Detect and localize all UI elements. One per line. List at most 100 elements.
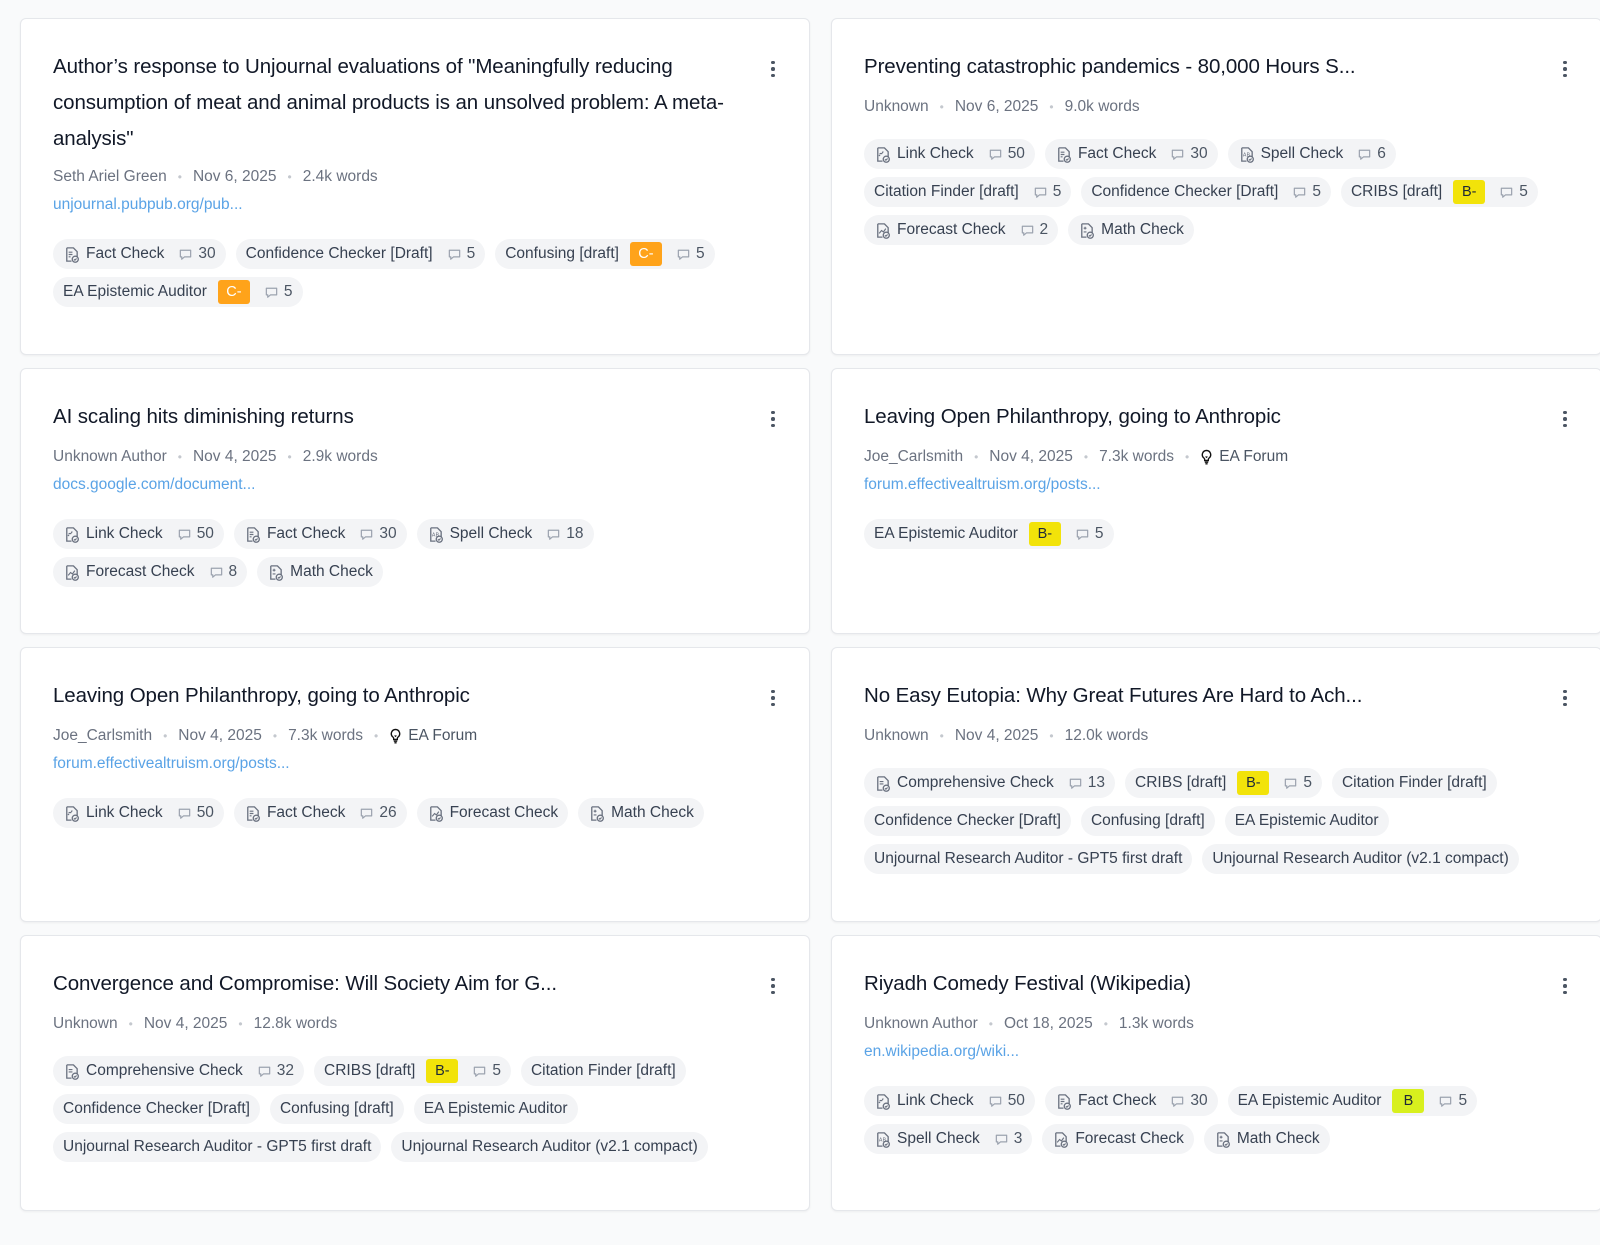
evaluation-tag-unjournal-research-auditor-v2-1-compact[interactable]: Unjournal Research Auditor (v2.1 compact… bbox=[1202, 844, 1519, 874]
evaluation-tag-confidence-checker-draft[interactable]: Confidence Checker [Draft] bbox=[53, 1094, 260, 1124]
evaluation-tag-confusing-draft[interactable]: Confusing [draft] C- 5 bbox=[495, 239, 715, 269]
evaluation-tag-ea-epistemic-auditor[interactable]: EA Epistemic Auditor bbox=[413, 1094, 578, 1124]
evaluation-tag-unjournal-research-auditor-v2-1-compact[interactable]: Unjournal Research Auditor (v2.1 compact… bbox=[391, 1132, 708, 1162]
link-check-icon bbox=[877, 146, 890, 163]
evaluation-tag-fact-check[interactable]: Fact Check 30 bbox=[1044, 1086, 1218, 1116]
evaluation-tag-math-check[interactable]: Math Check bbox=[578, 798, 704, 828]
document-card[interactable]: Preventing catastrophic pandemics - 80,0… bbox=[831, 18, 1600, 355]
comment-count: 5 bbox=[264, 283, 293, 301]
document-card[interactable]: Leaving Open Philanthropy, going to Anth… bbox=[831, 368, 1600, 634]
evaluation-tag-math-check[interactable]: Math Check bbox=[257, 557, 383, 587]
document-card[interactable]: Author’s response to Unjournal evaluatio… bbox=[20, 18, 810, 355]
source-link[interactable]: unjournal.pubpub.org/pub... bbox=[53, 196, 777, 218]
evaluation-tag-unjournal-research-auditor-gpt5-first-draft[interactable]: Unjournal Research Auditor - GPT5 first … bbox=[864, 844, 1193, 874]
evaluation-tag-link-check[interactable]: Link Check 50 bbox=[864, 1086, 1035, 1116]
more-options-icon[interactable] bbox=[1553, 680, 1577, 716]
document-title[interactable]: Preventing catastrophic pandemics - 80,0… bbox=[864, 49, 1380, 85]
evaluation-tag-ea-epistemic-auditor[interactable]: EA Epistemic Auditor bbox=[1224, 806, 1389, 836]
tag-label: Fact Check bbox=[266, 804, 346, 821]
evaluation-tag-confidence-checker-draft[interactable]: Confidence Checker [Draft] 5 bbox=[235, 239, 486, 269]
comment-count: 30 bbox=[359, 525, 397, 543]
meta-separator: • bbox=[974, 450, 979, 464]
tag-label: Citation Finder [draft] bbox=[874, 183, 1019, 200]
document-card[interactable]: AI scaling hits diminishing returns Unkn… bbox=[20, 368, 810, 634]
comment-icon bbox=[361, 808, 373, 819]
comment-count: 5 bbox=[1283, 774, 1312, 792]
source-link[interactable]: forum.effectivealtruism.org/posts... bbox=[864, 476, 1569, 498]
evaluation-tag-fact-check[interactable]: Fact Check 30 bbox=[53, 239, 226, 269]
evaluation-tag-cribs-draft[interactable]: CRIBS [draft] B- 5 bbox=[1340, 177, 1538, 207]
word-count: 1.3k words bbox=[1118, 1015, 1194, 1032]
document-card[interactable]: Convergence and Compromise: Will Society… bbox=[20, 935, 810, 1211]
document-card[interactable]: Leaving Open Philanthropy, going to Anth… bbox=[20, 647, 810, 922]
more-options-icon[interactable] bbox=[1553, 968, 1577, 1004]
source-link[interactable]: en.wikipedia.org/wiki... bbox=[864, 1043, 1569, 1065]
comment-count: 5 bbox=[472, 1062, 501, 1080]
tag-label: Confusing [draft] bbox=[279, 1100, 394, 1117]
evaluation-tag-cribs-draft[interactable]: CRIBS [draft] B- 5 bbox=[1125, 768, 1322, 798]
more-options-icon[interactable] bbox=[761, 51, 785, 87]
document-title[interactable]: No Easy Eutopia: Why Great Futures Are H… bbox=[864, 678, 1386, 714]
comment-icon bbox=[989, 149, 1001, 160]
tag-label: Confusing [draft] bbox=[1090, 812, 1205, 829]
evaluation-tag-comprehensive-check[interactable]: Comprehensive Check 13 bbox=[864, 768, 1116, 798]
more-options-icon[interactable] bbox=[1553, 401, 1577, 437]
evaluation-tag-unjournal-research-auditor-gpt5-first-draft[interactable]: Unjournal Research Auditor - GPT5 first … bbox=[53, 1132, 382, 1162]
comprehensive-check-icon bbox=[66, 1063, 79, 1080]
evaluation-tag-spell-check[interactable]: AB Spell Check 3 bbox=[864, 1124, 1033, 1154]
document-author: Seth Ariel Green bbox=[53, 168, 167, 185]
evaluation-tag-confusing-draft[interactable]: Confusing [draft] bbox=[1080, 806, 1215, 836]
evaluation-tag-confidence-checker-draft[interactable]: Confidence Checker [Draft] 5 bbox=[1081, 177, 1331, 207]
document-card[interactable]: No Easy Eutopia: Why Great Futures Are H… bbox=[831, 647, 1600, 922]
source-link[interactable]: docs.google.com/document... bbox=[53, 476, 777, 498]
document-title[interactable]: Riyadh Comedy Festival (Wikipedia) bbox=[864, 966, 1215, 1002]
tag-label: EA Epistemic Auditor bbox=[63, 283, 207, 300]
lightbulb-icon bbox=[390, 728, 401, 744]
evaluation-tag-forecast-check[interactable]: Forecast Check 2 bbox=[864, 215, 1059, 245]
comment-count-value: 30 bbox=[1190, 1092, 1208, 1109]
document-title[interactable]: Convergence and Compromise: Will Society… bbox=[53, 966, 581, 1002]
evaluation-tag-citation-finder-draft[interactable]: Citation Finder [draft] bbox=[1331, 768, 1497, 798]
comment-count-value: 5 bbox=[1312, 183, 1321, 200]
document-date: Nov 6, 2025 bbox=[192, 168, 277, 185]
evaluation-tag-comprehensive-check[interactable]: Comprehensive Check 32 bbox=[53, 1056, 305, 1086]
evaluation-tag-fact-check[interactable]: Fact Check 30 bbox=[233, 519, 407, 549]
evaluation-tag-ea-epistemic-auditor[interactable]: EA Epistemic Auditor B- 5 bbox=[864, 519, 1114, 549]
meta-separator: • bbox=[1083, 450, 1089, 464]
evaluation-tag-cribs-draft[interactable]: CRIBS [draft] B- 5 bbox=[314, 1056, 511, 1086]
evaluation-tag-forecast-check[interactable]: Forecast Check bbox=[416, 798, 569, 828]
evaluation-tag-citation-finder-draft[interactable]: Citation Finder [draft] 5 bbox=[864, 177, 1072, 207]
evaluation-tag-forecast-check[interactable]: Forecast Check bbox=[1042, 1124, 1194, 1154]
tag-label: Confidence Checker [Draft] bbox=[63, 1100, 250, 1117]
tag-label: Math Check bbox=[1236, 1130, 1320, 1147]
document-title[interactable]: Leaving Open Philanthropy, going to Anth… bbox=[864, 399, 1305, 435]
evaluation-tag-link-check[interactable]: Link Check 50 bbox=[53, 519, 224, 549]
evaluation-tag-math-check[interactable]: Math Check bbox=[1068, 215, 1194, 245]
evaluation-tag-ea-epistemic-auditor[interactable]: EA Epistemic Auditor C- 5 bbox=[53, 277, 303, 307]
tag-label: Math Check bbox=[290, 563, 373, 580]
evaluation-tag-ea-epistemic-auditor[interactable]: EA Epistemic Auditor B 5 bbox=[1227, 1086, 1478, 1116]
more-options-icon[interactable] bbox=[761, 680, 785, 716]
evaluation-tag-confidence-checker-draft[interactable]: Confidence Checker [Draft] bbox=[864, 806, 1071, 836]
evaluation-tag-spell-check[interactable]: AB Spell Check 18 bbox=[416, 519, 594, 549]
evaluation-tag-link-check[interactable]: Link Check 50 bbox=[53, 798, 224, 828]
document-card[interactable]: Riyadh Comedy Festival (Wikipedia) Unkno… bbox=[831, 935, 1600, 1211]
evaluation-tag-math-check[interactable]: Math Check bbox=[1203, 1124, 1330, 1154]
more-options-icon[interactable] bbox=[761, 968, 785, 1004]
evaluation-tag-forecast-check[interactable]: Forecast Check 8 bbox=[53, 557, 248, 587]
more-options-icon[interactable] bbox=[1553, 51, 1577, 87]
meta-separator: • bbox=[177, 170, 182, 184]
evaluation-tag-spell-check[interactable]: AB Spell Check 6 bbox=[1227, 139, 1396, 169]
evaluation-tag-fact-check[interactable]: Fact Check 26 bbox=[233, 798, 407, 828]
evaluation-tag-link-check[interactable]: Link Check 50 bbox=[864, 139, 1035, 169]
source-link[interactable]: forum.effectivealtruism.org/posts... bbox=[53, 755, 777, 777]
evaluation-tag-fact-check[interactable]: Fact Check 30 bbox=[1044, 139, 1218, 169]
document-title[interactable]: Leaving Open Philanthropy, going to Anth… bbox=[53, 678, 494, 714]
more-options-icon[interactable] bbox=[761, 401, 785, 437]
document-title[interactable]: AI scaling hits diminishing returns bbox=[53, 399, 378, 435]
comment-count: 6 bbox=[1357, 145, 1386, 163]
tag-label: Forecast Check bbox=[1075, 1130, 1184, 1147]
evaluation-tag-confusing-draft[interactable]: Confusing [draft] bbox=[269, 1094, 404, 1124]
document-title[interactable]: Author’s response to Unjournal evaluatio… bbox=[53, 49, 761, 157]
evaluation-tag-citation-finder-draft[interactable]: Citation Finder [draft] bbox=[520, 1056, 686, 1086]
